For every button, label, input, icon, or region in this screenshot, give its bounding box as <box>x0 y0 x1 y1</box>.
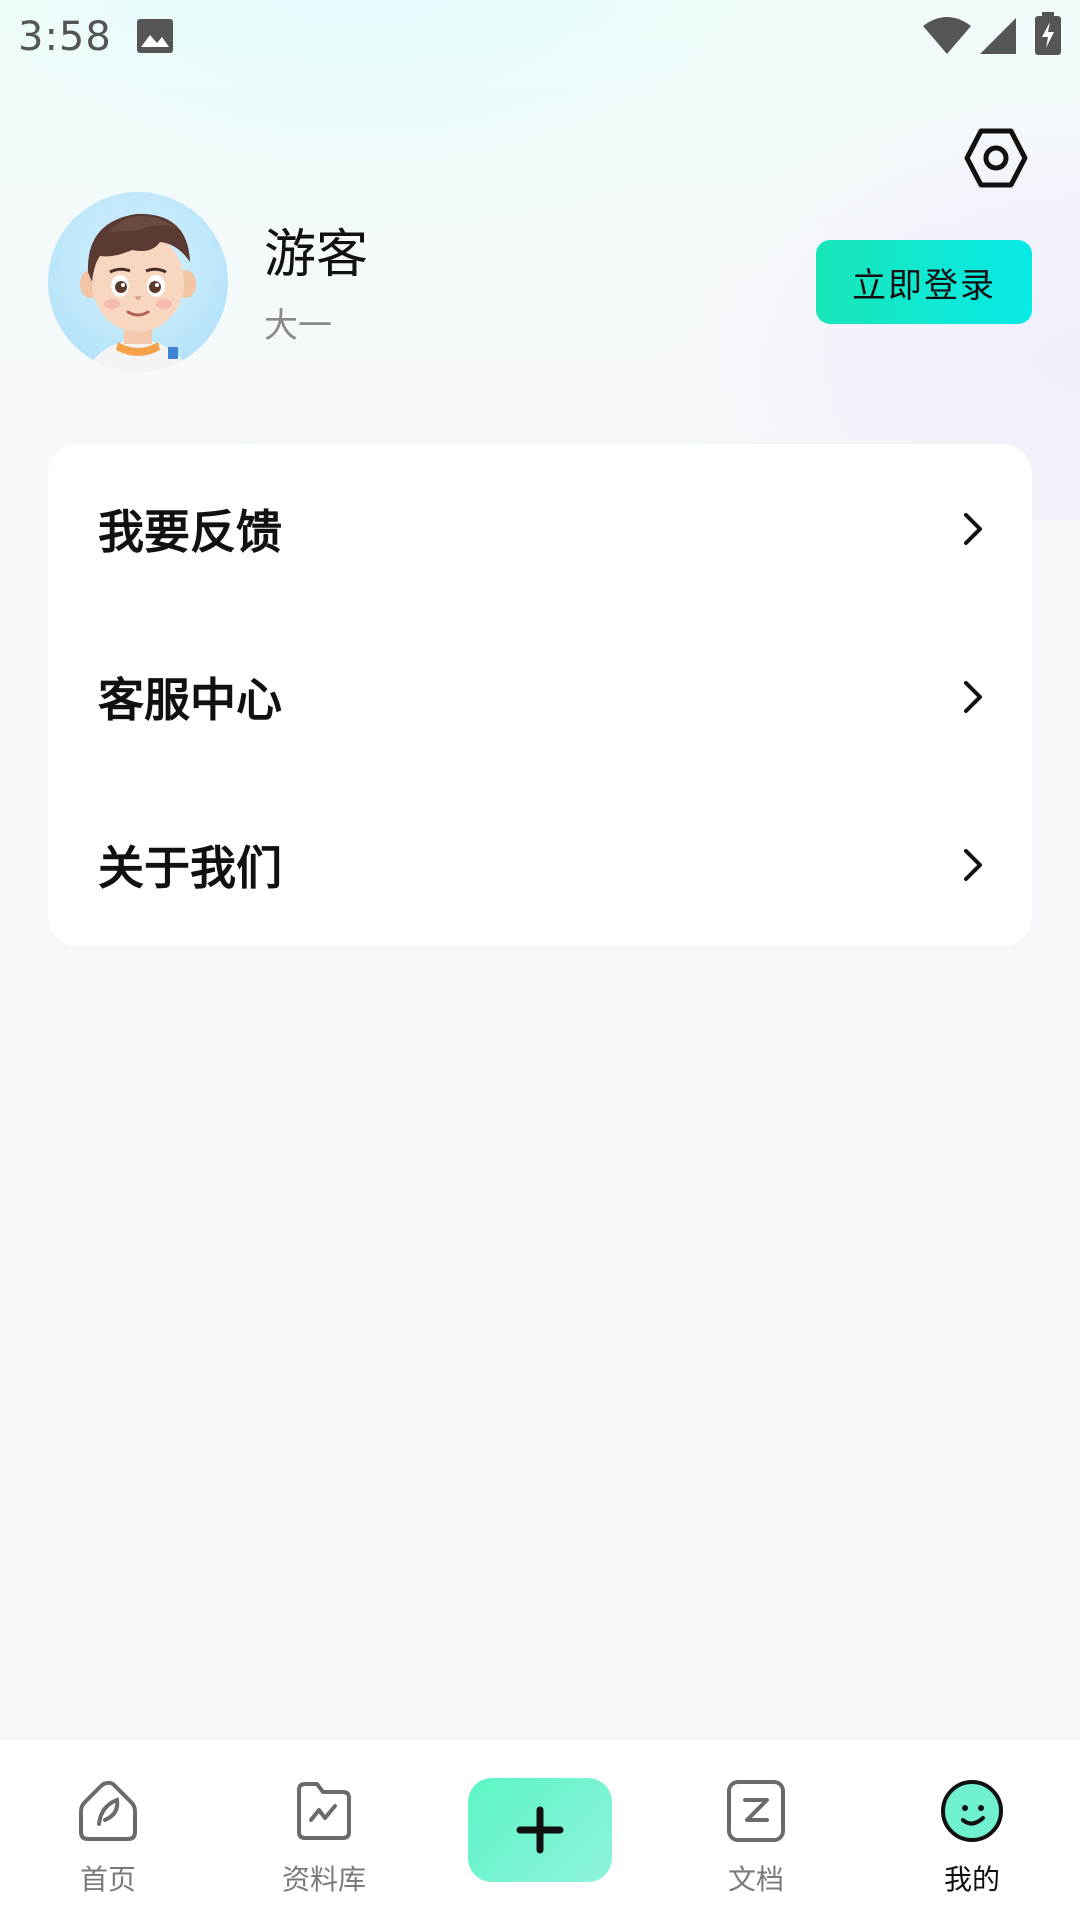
bottom-navigation: 首页 资料库 文档 我的 <box>0 1740 1080 1920</box>
chevron-right-icon <box>964 513 982 545</box>
chevron-right-icon <box>964 849 982 881</box>
document-icon <box>727 1780 785 1842</box>
home-leaf-icon <box>79 1780 137 1841</box>
plus-icon <box>516 1806 564 1854</box>
menu-item-feedback[interactable]: 我要反馈 <box>48 454 1032 604</box>
menu-item-label: 我要反馈 <box>98 505 282 559</box>
image-notification-icon <box>137 19 173 53</box>
status-time: 3:58 <box>18 14 112 60</box>
status-bar: 3:58 <box>0 0 1080 80</box>
folder-icon <box>297 1782 351 1840</box>
nav-item-home[interactable]: 首页 <box>28 1740 188 1920</box>
settings-hexagon-icon <box>964 128 1028 188</box>
smiley-face-icon <box>941 1780 1003 1842</box>
username: 游客 <box>264 225 369 285</box>
menu-card: 我要反馈 客服中心 关于我们 <box>48 444 1032 946</box>
menu-item-label: 客服中心 <box>98 673 282 727</box>
nav-label: 文档 <box>727 1863 784 1896</box>
signal-icon <box>980 18 1016 54</box>
grade-label: 大一 <box>264 306 332 346</box>
menu-item-customer-service[interactable]: 客服中心 <box>48 622 1032 772</box>
avatar[interactable] <box>48 192 228 372</box>
nav-label: 资料库 <box>281 1863 366 1896</box>
add-button[interactable] <box>468 1778 612 1882</box>
nav-item-mine[interactable]: 我的 <box>892 1740 1052 1920</box>
cartoon-boy-avatar-image <box>80 213 196 372</box>
chevron-right-icon <box>964 681 982 713</box>
wifi-icon <box>923 17 971 54</box>
settings-button[interactable] <box>958 120 1034 196</box>
menu-item-label: 关于我们 <box>98 841 282 895</box>
login-button[interactable]: 立即登录 <box>816 240 1032 324</box>
battery-icon <box>1035 12 1061 55</box>
nav-item-library[interactable]: 资料库 <box>244 1740 404 1920</box>
nav-label: 我的 <box>943 1863 1000 1896</box>
menu-item-about-us[interactable]: 关于我们 <box>48 790 1032 940</box>
nav-label: 首页 <box>79 1863 136 1896</box>
nav-item-documents[interactable]: 文档 <box>676 1740 836 1920</box>
